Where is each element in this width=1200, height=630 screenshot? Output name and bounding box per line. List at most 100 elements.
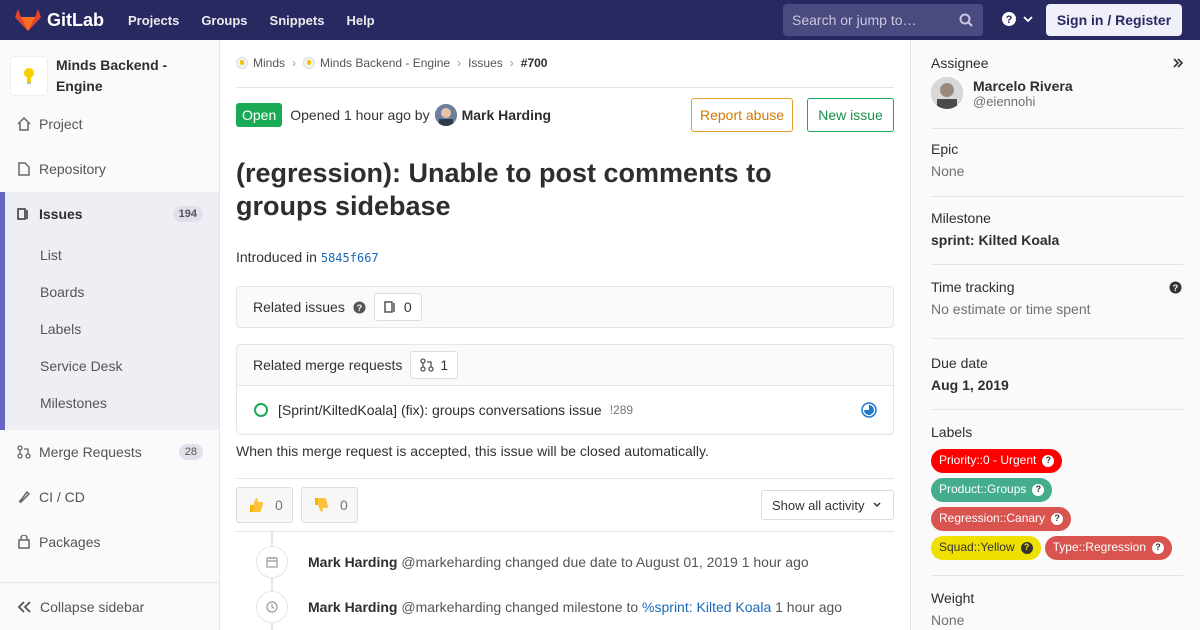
event-author[interactable]: Mark Harding xyxy=(308,554,397,570)
event-handle[interactable]: @markeharding xyxy=(401,599,501,615)
author-avatar[interactable] xyxy=(434,104,457,126)
breadcrumb-issue-number[interactable]: #700 xyxy=(521,56,548,70)
labels-block: Labels Priority::0 - Urgent? Product::Gr… xyxy=(931,424,1181,561)
search-icon xyxy=(959,13,973,27)
thumbs-up-icon xyxy=(250,498,264,512)
sidebar-sub-milestones[interactable]: Milestones xyxy=(40,395,107,411)
milestone-link[interactable]: %sprint: Kilted Koala xyxy=(642,599,771,615)
nav-projects[interactable]: Projects xyxy=(128,13,179,28)
label-text: Regression::Canary xyxy=(939,511,1046,525)
sidebar-sub-service-desk[interactable]: Service Desk xyxy=(40,358,122,374)
timeline-event: Mark Harding @markeharding changed miles… xyxy=(308,599,842,615)
question-icon: ? xyxy=(1002,12,1016,26)
help-dropdown[interactable]: ? xyxy=(1001,11,1034,27)
sidebar-sub-boards[interactable]: Boards xyxy=(40,284,84,300)
sidebar-item-merge-requests[interactable]: Merge Requests 28 xyxy=(0,430,219,474)
label-pill[interactable]: Regression::Canary? xyxy=(931,506,1072,531)
lightbulb-icon xyxy=(23,68,34,84)
sidebar-item-issues[interactable]: Issues 194 xyxy=(0,192,219,236)
label-pill[interactable]: Priority::0 - Urgent? xyxy=(931,448,1063,473)
gitlab-fox-icon xyxy=(15,9,41,31)
assignee-title: Assignee xyxy=(931,55,989,71)
breadcrumb-group[interactable]: Minds xyxy=(253,56,285,70)
breadcrumb-issues[interactable]: Issues xyxy=(468,56,503,70)
collapse-sidebar-button[interactable]: Collapse sidebar xyxy=(0,582,219,630)
thumbs-down-button[interactable]: 0 xyxy=(301,487,358,523)
assignee-name[interactable]: Marcelo Rivera xyxy=(973,78,1073,94)
divider xyxy=(931,128,1183,129)
weight-value: None xyxy=(931,612,965,628)
sidebar-item-packages[interactable]: Packages xyxy=(0,520,219,564)
question-icon[interactable]: ? xyxy=(1169,281,1182,294)
event-author[interactable]: Mark Harding xyxy=(308,599,397,615)
sidebar-label-merge-requests: Merge Requests xyxy=(39,444,142,460)
project-header[interactable]: Minds Backend - Engine xyxy=(0,40,219,102)
sidebar-sub-list[interactable]: List xyxy=(40,247,62,263)
mr-title[interactable]: [Sprint/KiltedKoala] (fix): groups conve… xyxy=(278,402,602,418)
epic-value: None xyxy=(931,163,965,179)
search-input[interactable]: Search or jump to… xyxy=(783,4,983,36)
report-abuse-button[interactable]: Report abuse xyxy=(691,98,793,132)
time-tracking-value: No estimate or time spent xyxy=(931,301,1091,317)
sidebar-label-ci-cd: CI / CD xyxy=(39,489,85,505)
related-mr-item[interactable]: [Sprint/KiltedKoala] (fix): groups conve… xyxy=(237,385,893,433)
package-icon xyxy=(16,534,32,550)
event-handle[interactable]: @markeharding xyxy=(401,554,501,570)
event-time: 1 hour ago xyxy=(775,599,843,615)
divider xyxy=(931,575,1183,576)
author-name[interactable]: Mark Harding xyxy=(462,107,551,123)
chevron-down-icon xyxy=(873,502,882,508)
sign-in-button[interactable]: Sign in / Register xyxy=(1046,4,1182,36)
pipeline-running-icon[interactable] xyxy=(861,402,877,418)
collapse-sidebar-label: Collapse sidebar xyxy=(40,598,145,615)
commit-sha-link[interactable]: 5845f667 xyxy=(321,251,379,265)
thumbs-down-count: 0 xyxy=(340,497,348,513)
milestone-value[interactable]: sprint: Kilted Koala xyxy=(931,232,1181,248)
project-name: Minds Backend - Engine xyxy=(55,57,168,94)
breadcrumb: Minds › Minds Backend - Engine › Issues … xyxy=(236,56,547,70)
related-issues-label: Related issues xyxy=(253,299,345,315)
sidebar-sub-labels[interactable]: Labels xyxy=(40,321,81,337)
timeline-event: Mark Harding @markeharding changed due d… xyxy=(308,554,809,570)
label-pill[interactable]: Product::Groups? xyxy=(931,477,1053,502)
merge-close-note: When this merge request is accepted, thi… xyxy=(236,443,709,459)
rocket-icon xyxy=(16,489,32,505)
intro-prefix: Introduced in xyxy=(236,249,317,265)
epic-title: Epic xyxy=(931,141,959,157)
breadcrumb-project[interactable]: Minds Backend - Engine xyxy=(320,56,450,70)
thumbs-up-count: 0 xyxy=(275,497,283,513)
activity-filter-dropdown[interactable]: Show all activity xyxy=(761,490,894,520)
milestone-block: Milestone sprint: Kilted Koala xyxy=(931,210,1181,248)
labels-list: Priority::0 - Urgent? Product::Groups? R… xyxy=(931,445,1181,561)
related-issues-count-value: 0 xyxy=(403,299,412,315)
related-mrs-count: 1 xyxy=(410,351,459,379)
label-pill[interactable]: Squad::Yellow? xyxy=(931,535,1041,560)
nav-snippets[interactable]: Snippets xyxy=(270,13,325,28)
question-icon[interactable]: ? xyxy=(353,300,366,314)
question-icon: ? xyxy=(1032,483,1045,496)
label-text: Priority::0 - Urgent xyxy=(939,453,1037,467)
assignee-handle: @eiennohi xyxy=(973,93,1036,109)
question-icon: ? xyxy=(1051,512,1064,525)
sidebar-item-ci-cd[interactable]: CI / CD xyxy=(0,475,219,519)
issue-title: (regression): Unable to post comments to… xyxy=(236,158,772,221)
new-issue-button[interactable]: New issue xyxy=(807,98,894,132)
chevron-down-icon xyxy=(1023,16,1033,23)
due-date-title: Due date xyxy=(931,355,988,371)
divider xyxy=(931,264,1183,265)
breadcrumb-separator-icon: › xyxy=(457,56,462,70)
gitlab-logo[interactable]: GitLab xyxy=(15,0,104,40)
clock-icon xyxy=(256,591,288,623)
thumbs-up-button[interactable]: 0 xyxy=(236,487,293,523)
nav-groups[interactable]: Groups xyxy=(201,13,247,28)
divider xyxy=(236,531,894,532)
assignee-avatar[interactable] xyxy=(931,77,963,109)
issues-count-badge: 194 xyxy=(172,206,203,222)
divider xyxy=(236,87,894,88)
label-pill[interactable]: Type::Regression? xyxy=(1044,535,1173,560)
sidebar-item-project[interactable]: Project xyxy=(0,102,219,146)
sidebar-item-repository[interactable]: Repository xyxy=(0,147,219,191)
group-avatar-icon xyxy=(236,57,248,69)
nav-help[interactable]: Help xyxy=(346,13,374,28)
merge-request-icon xyxy=(16,444,32,460)
